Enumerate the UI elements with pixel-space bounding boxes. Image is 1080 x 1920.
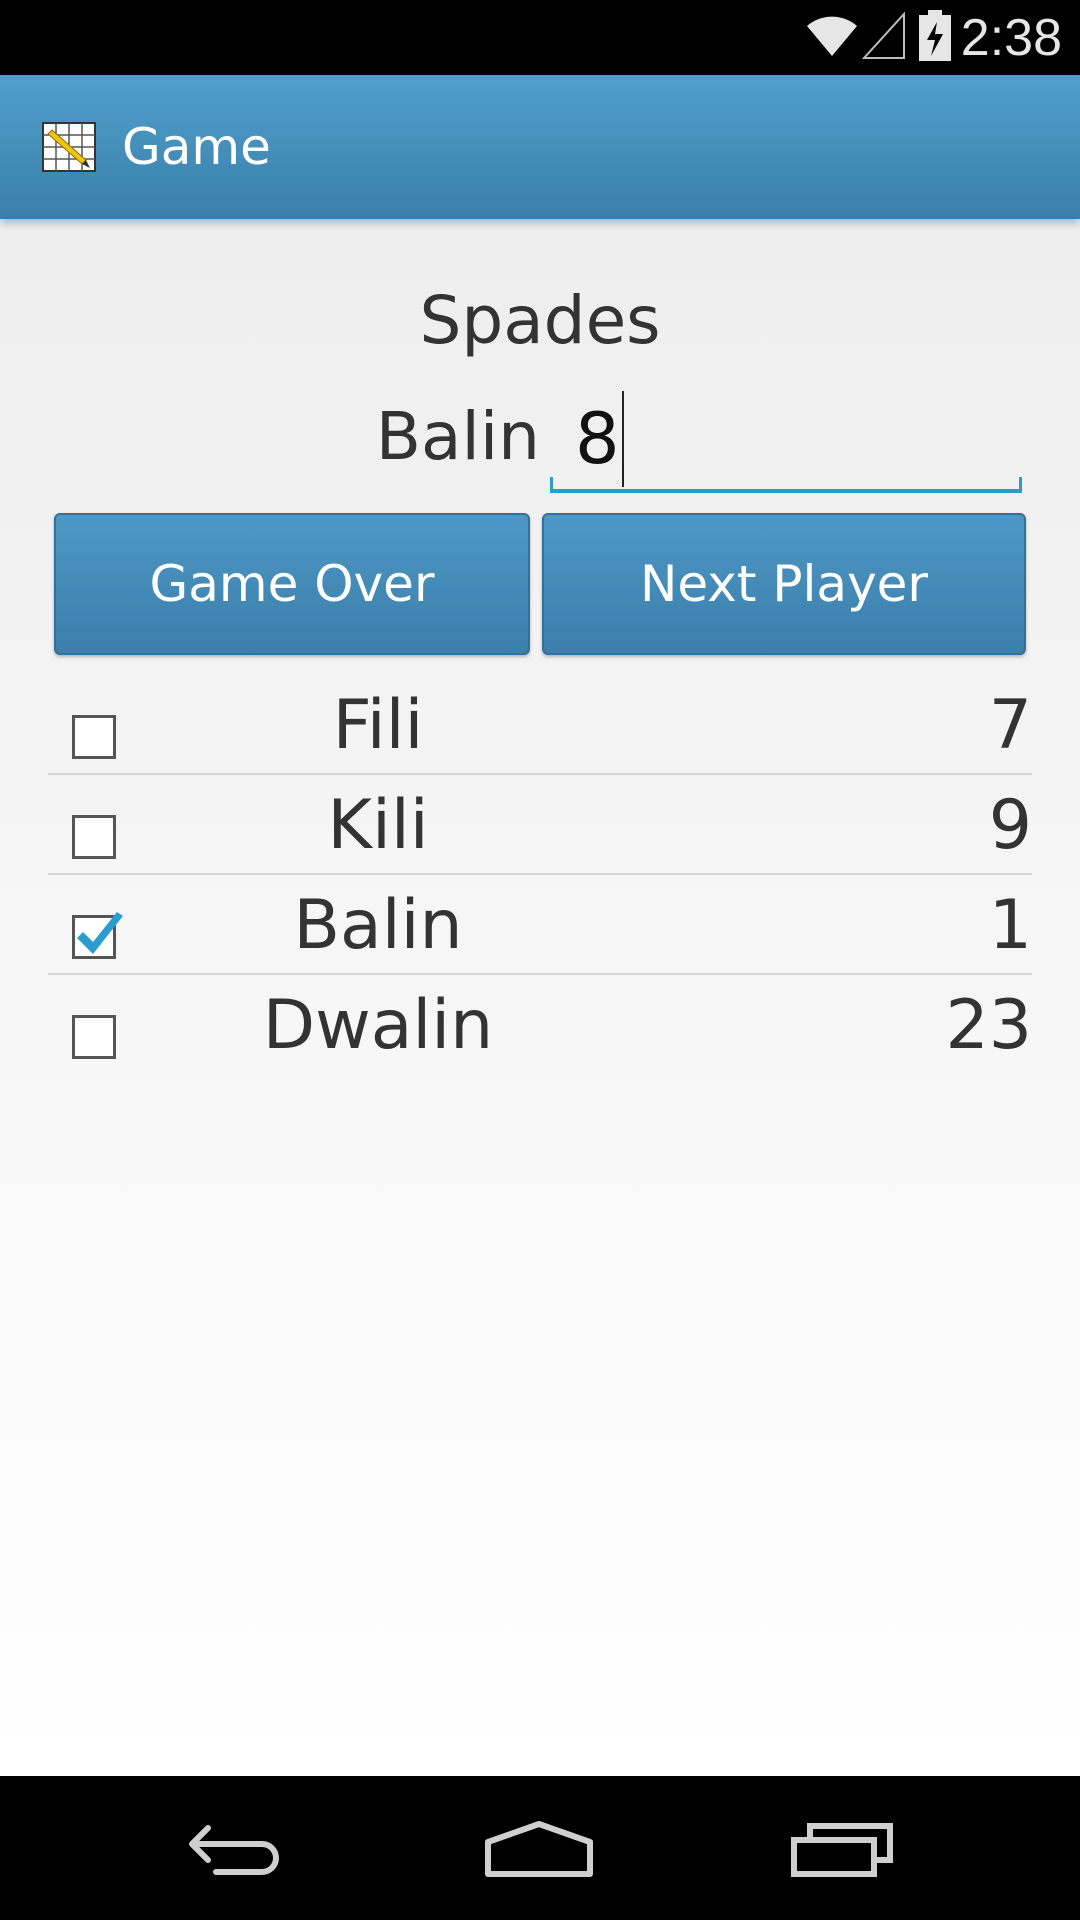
- game-over-button[interactable]: Game Over: [54, 513, 530, 655]
- text-caret: [621, 391, 624, 487]
- player-row[interactable]: Dwalin 23: [48, 975, 1032, 1073]
- player-score: 1: [988, 886, 1032, 965]
- player-row[interactable]: Balin 1: [48, 875, 1032, 975]
- current-player-label: Balin: [375, 398, 540, 475]
- score-input-value: 8: [575, 391, 624, 487]
- score-input[interactable]: 8: [550, 383, 1022, 493]
- player-checkbox-checked[interactable]: [72, 912, 123, 959]
- player-checkbox[interactable]: [72, 1015, 116, 1059]
- status-clock: 2:38: [960, 9, 1062, 67]
- check-icon: [77, 912, 123, 954]
- app-title: Game: [122, 118, 271, 176]
- wifi-icon: [807, 16, 857, 56]
- player-name: Fili: [332, 686, 424, 765]
- player-row[interactable]: Kili 9: [48, 775, 1032, 875]
- next-player-button[interactable]: Next Player: [542, 513, 1026, 655]
- recents-icon[interactable]: [790, 1820, 896, 1878]
- back-icon[interactable]: [186, 1820, 292, 1878]
- battery-charging-icon: [919, 10, 951, 61]
- player-name: Kili: [327, 786, 429, 865]
- app-bar: Game: [0, 75, 1080, 219]
- player-score: 23: [945, 986, 1032, 1065]
- game-name: Spades: [419, 282, 661, 359]
- player-name: Dwalin: [262, 986, 494, 1065]
- game-content: Spades Balin 8 Game Over Next Player Fil…: [0, 219, 1080, 1776]
- player-name: Balin: [293, 886, 463, 965]
- score-sheet-icon: [42, 122, 96, 172]
- screen: 2:38 Game Spades Balin 8 Game Over Next …: [0, 0, 1080, 1920]
- player-list: Fili 7 Kili 9 Balin 1 Dwalin 23: [48, 675, 1032, 1073]
- signal-icon: [862, 12, 905, 59]
- navigation-bar: [0, 1776, 1080, 1920]
- player-checkbox[interactable]: [72, 815, 116, 859]
- player-score: 9: [988, 786, 1032, 865]
- home-icon[interactable]: [484, 1820, 594, 1878]
- player-row[interactable]: Fili 7: [48, 675, 1032, 775]
- player-checkbox[interactable]: [72, 715, 116, 759]
- status-bar: 2:38: [0, 0, 1080, 75]
- player-score: 7: [988, 686, 1032, 765]
